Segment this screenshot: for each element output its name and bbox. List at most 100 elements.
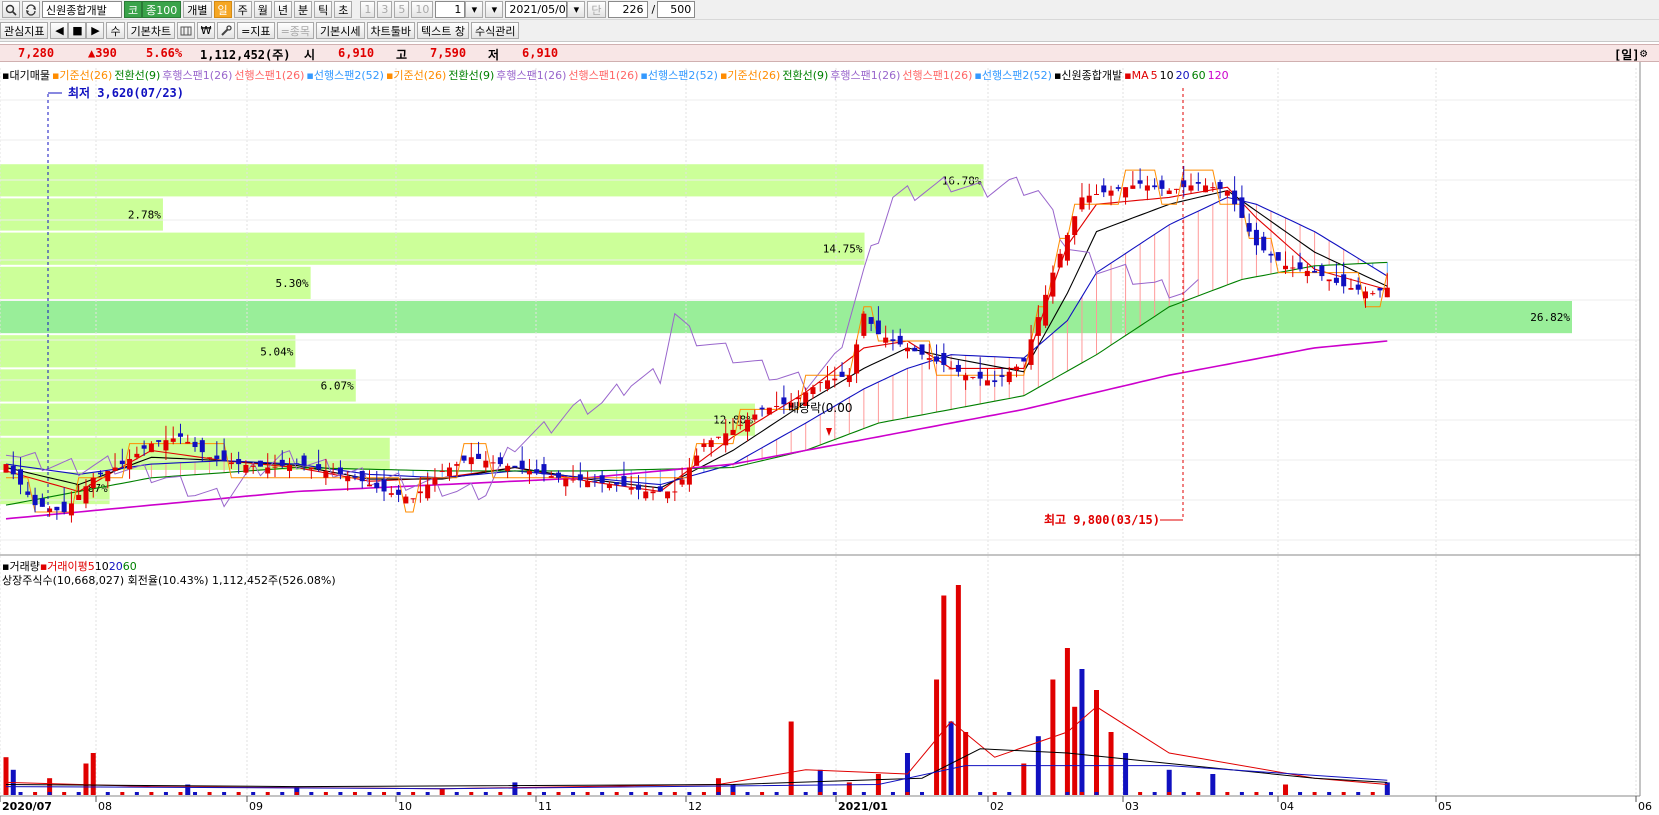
x-tick-label: 06 bbox=[1638, 800, 1652, 813]
candle-body bbox=[948, 368, 954, 370]
candle-body bbox=[759, 407, 765, 410]
candle-body bbox=[461, 455, 467, 461]
candle-body bbox=[1181, 180, 1187, 188]
candle-body bbox=[534, 469, 540, 473]
volume-bar bbox=[1268, 792, 1273, 795]
candle-body bbox=[337, 467, 343, 475]
candle-body bbox=[1108, 190, 1114, 196]
candle-body bbox=[432, 477, 438, 485]
volume-bar bbox=[571, 792, 576, 795]
legend-item: ▪기준선(26) bbox=[719, 69, 781, 82]
volume-bar bbox=[556, 792, 561, 795]
volume-bar bbox=[716, 792, 721, 795]
candle-body bbox=[992, 380, 998, 383]
candle-body bbox=[490, 462, 496, 464]
candle-body bbox=[1275, 252, 1281, 261]
candle-body bbox=[635, 484, 641, 490]
candle-body bbox=[396, 489, 402, 495]
candle-body bbox=[1101, 185, 1107, 193]
volume-bar bbox=[483, 792, 488, 795]
candle-body bbox=[141, 445, 147, 449]
candle-body bbox=[476, 453, 482, 459]
candle-body bbox=[250, 465, 256, 467]
volume-bar bbox=[1138, 792, 1143, 795]
candle-body bbox=[1188, 185, 1194, 191]
volume-bar bbox=[934, 792, 939, 795]
volume-bar bbox=[1210, 774, 1216, 795]
candle-body bbox=[61, 501, 67, 512]
volume-bar bbox=[323, 792, 328, 795]
volume-bar bbox=[600, 792, 605, 795]
price-chart[interactable]: 16.78%2.78%14.75%5.30%26.82%5.04%6.07%12… bbox=[0, 0, 1659, 815]
candle-body bbox=[505, 465, 511, 471]
candle-body bbox=[1086, 195, 1092, 203]
volume-bar bbox=[527, 792, 532, 795]
volume-bar bbox=[1079, 669, 1085, 795]
volume-bar bbox=[1064, 648, 1070, 795]
volume-bar bbox=[963, 792, 968, 795]
candle-body bbox=[941, 352, 947, 365]
candle-body bbox=[367, 484, 372, 487]
candle-body bbox=[1239, 197, 1245, 218]
candle-body bbox=[614, 482, 620, 485]
price-legend: ▪대기매물 ▪기준선(26) 전환선(9) 후행스팬1(26) 선행스팬1(26) ▪선행… bbox=[2, 67, 1231, 83]
volume-bar bbox=[454, 792, 459, 795]
candle-body bbox=[883, 337, 889, 343]
volume-bar bbox=[1109, 792, 1114, 795]
legend-item: 전환선(9) bbox=[782, 69, 829, 82]
x-tick-label: 2020/07 bbox=[2, 800, 52, 813]
candle-body bbox=[585, 481, 591, 488]
candle-body bbox=[468, 457, 474, 465]
legend-item: 20 bbox=[1175, 69, 1190, 82]
candle-body bbox=[345, 476, 351, 482]
candle-body bbox=[694, 455, 700, 466]
volume-bar bbox=[672, 792, 677, 795]
volume-bar bbox=[658, 792, 663, 795]
candle-body bbox=[1341, 274, 1347, 287]
candle-body bbox=[1362, 291, 1368, 299]
legend-item: 10 bbox=[1159, 69, 1174, 82]
volume-bar bbox=[1370, 792, 1375, 795]
candle-body bbox=[606, 483, 612, 489]
candle-body bbox=[621, 476, 627, 487]
volume-bar bbox=[1166, 769, 1172, 795]
volume-bar bbox=[1108, 732, 1114, 795]
candle-body bbox=[1283, 265, 1289, 270]
volume-bar bbox=[789, 792, 794, 795]
volume-bar bbox=[992, 792, 997, 795]
candle-body bbox=[526, 470, 532, 475]
candle-body bbox=[207, 457, 213, 459]
candle-body bbox=[1355, 284, 1361, 290]
volume-bar bbox=[367, 792, 372, 795]
candle-body bbox=[1217, 182, 1223, 189]
candle-body bbox=[890, 339, 896, 342]
volume-bar bbox=[265, 792, 270, 795]
candle-body bbox=[766, 407, 772, 415]
volume-bar bbox=[222, 792, 227, 795]
candle-body bbox=[1290, 267, 1296, 269]
candle-body bbox=[18, 469, 24, 485]
candle-body bbox=[592, 481, 598, 483]
volume-profile-band bbox=[0, 300, 1572, 334]
candle-body bbox=[897, 335, 903, 345]
candle-body bbox=[272, 466, 278, 468]
candle-body bbox=[221, 450, 227, 461]
candle-body bbox=[541, 464, 547, 475]
candle-body bbox=[1021, 358, 1027, 362]
candle-body bbox=[1224, 190, 1230, 196]
volume-bar bbox=[120, 792, 125, 795]
candle-body bbox=[745, 419, 751, 432]
volume-bar bbox=[352, 792, 357, 795]
band-percent-label: 14.75% bbox=[823, 243, 863, 256]
volume-bar bbox=[876, 792, 881, 795]
candle-body bbox=[1159, 180, 1165, 189]
candle-body bbox=[1079, 197, 1085, 210]
volume-bar bbox=[585, 792, 590, 795]
candle-body bbox=[214, 455, 220, 459]
candle-body bbox=[548, 476, 554, 478]
band-percent-label: 26.82% bbox=[1530, 311, 1570, 324]
candle-body bbox=[1072, 216, 1078, 236]
candle-body bbox=[810, 387, 816, 395]
x-tick-label: 12 bbox=[688, 800, 702, 813]
candle-body bbox=[1057, 253, 1063, 268]
